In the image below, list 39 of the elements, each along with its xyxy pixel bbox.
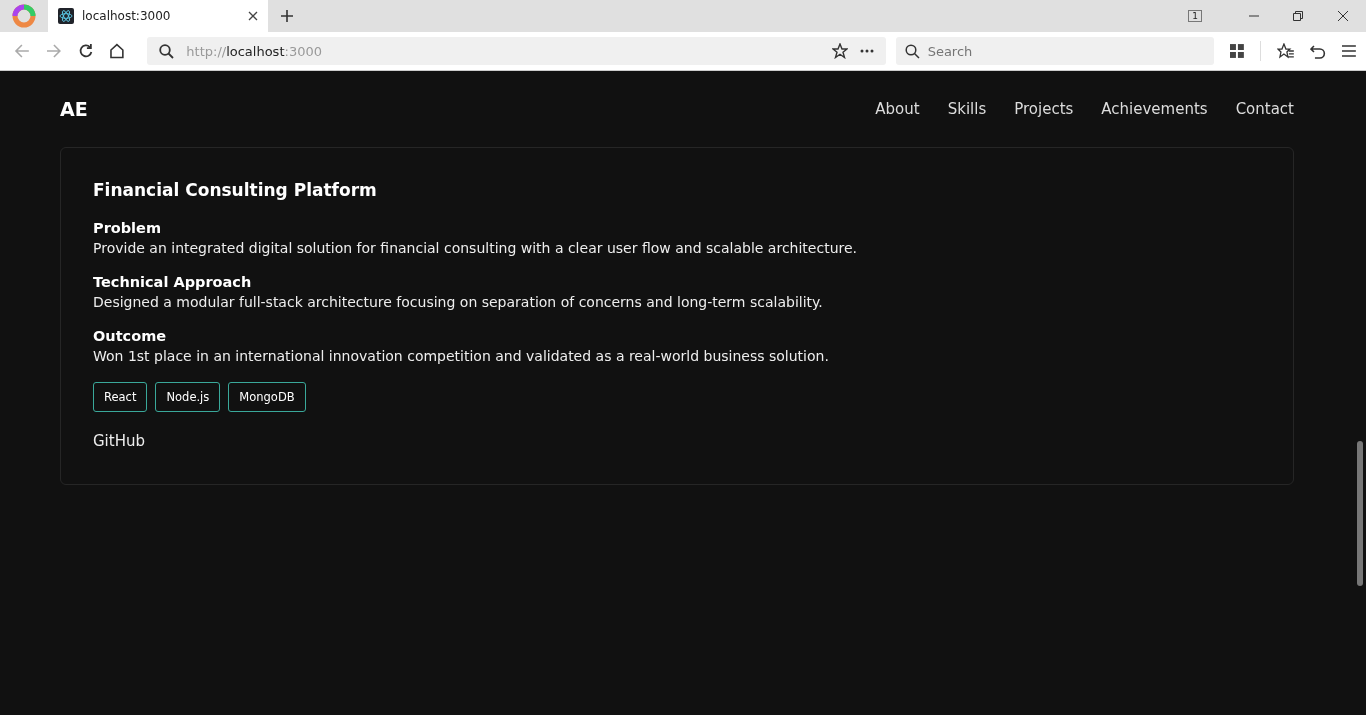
menu-icon[interactable] xyxy=(1342,45,1356,57)
browser-tab[interactable]: localhost:3000 xyxy=(48,0,268,32)
project-title: Financial Consulting Platform xyxy=(93,180,378,200)
home-icon[interactable] xyxy=(109,43,126,59)
star-icon[interactable] xyxy=(831,43,848,59)
grid-icon[interactable] xyxy=(1229,44,1244,58)
address-bar[interactable]: http://localhost:3000 xyxy=(147,37,886,65)
tech-tag: React xyxy=(93,382,148,412)
reload-icon[interactable] xyxy=(77,43,94,59)
nav-link[interactable]: Contact xyxy=(1235,100,1294,118)
search-field[interactable]: Search xyxy=(895,37,1214,65)
search-icon xyxy=(159,43,175,59)
nav-link[interactable]: Projects xyxy=(1014,100,1074,118)
site-logo[interactable]: AE xyxy=(60,98,88,120)
nav-link[interactable]: About xyxy=(875,100,920,118)
new-tab-icon[interactable] xyxy=(280,9,294,23)
section-text: Won 1st place in an international innovation competition and validated as a real-world business solution. xyxy=(93,348,830,364)
atom-icon xyxy=(58,8,74,24)
tab-count[interactable]: 1 xyxy=(1188,10,1202,22)
tech-tag: Node.js xyxy=(155,382,221,412)
section-heading: Problem xyxy=(93,220,163,236)
close-icon[interactable] xyxy=(1337,10,1349,22)
tab-title: localhost:3000 xyxy=(82,9,172,23)
more-icon[interactable] xyxy=(859,49,874,53)
section-heading: Outcome xyxy=(93,328,168,344)
section-text: Designed a modular full-stack architecture focusing on separation of concerns and long-term scalability. xyxy=(93,294,824,310)
browser-logo-icon[interactable] xyxy=(12,4,36,28)
url-text: http://localhost:3000 xyxy=(186,43,322,59)
github-link[interactable]: GitHub xyxy=(93,432,145,450)
close-icon[interactable] xyxy=(248,11,258,21)
scrollbar-thumb[interactable] xyxy=(1357,441,1363,586)
tech-tag: MongoDB xyxy=(228,382,306,412)
section-heading: Technical Approach xyxy=(93,274,253,290)
restore-icon[interactable] xyxy=(1293,11,1303,21)
section-text: Provide an integrated digital solution for financial consulting with a clear user flow and scalable architecture. xyxy=(93,240,858,256)
nav-link[interactable]: Achievements xyxy=(1101,100,1208,118)
favorites-icon[interactable] xyxy=(1276,43,1295,59)
nav-link[interactable]: Skills xyxy=(947,100,987,118)
undo-icon[interactable] xyxy=(1310,43,1327,59)
